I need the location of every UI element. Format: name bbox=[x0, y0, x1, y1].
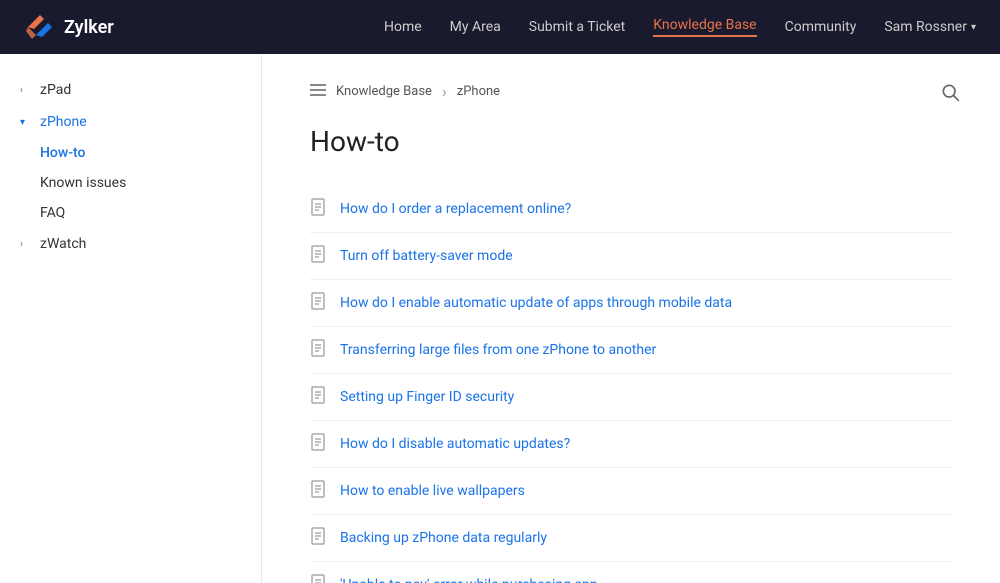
nav-home[interactable]: Home bbox=[384, 19, 422, 35]
breadcrumb: Knowledge Base › zPhone bbox=[310, 82, 952, 101]
sidebar-child-how-to[interactable]: How-to bbox=[32, 138, 261, 168]
doc-icon bbox=[310, 480, 328, 502]
document-icon bbox=[310, 292, 326, 310]
article-item[interactable]: Backing up zPhone data regularly bbox=[310, 515, 952, 562]
document-icon bbox=[310, 433, 326, 451]
breadcrumb-zphone[interactable]: zPhone bbox=[457, 84, 500, 99]
doc-icon bbox=[310, 292, 328, 314]
article-item[interactable]: How do I enable automatic update of apps… bbox=[310, 280, 952, 327]
search-icon bbox=[940, 82, 960, 102]
nav-community[interactable]: Community bbox=[785, 19, 857, 35]
nav-submit-ticket[interactable]: Submit a Ticket bbox=[529, 19, 626, 35]
doc-icon bbox=[310, 245, 328, 267]
doc-icon bbox=[310, 433, 328, 455]
article-link[interactable]: 'Unable to pay' error while purchasing a… bbox=[340, 577, 598, 583]
sidebar-child-faq[interactable]: FAQ bbox=[32, 198, 261, 228]
logo: Zylker bbox=[24, 11, 114, 43]
document-icon bbox=[310, 386, 326, 404]
sidebar-zphone-children: How-to Known issues FAQ bbox=[0, 138, 261, 228]
article-link[interactable]: How to enable live wallpapers bbox=[340, 483, 525, 499]
article-link[interactable]: Transferring large files from one zPhone… bbox=[340, 342, 656, 358]
sidebar-item-zphone[interactable]: ▾ zPhone bbox=[0, 106, 261, 138]
sidebar-item-label: zPhone bbox=[40, 114, 241, 130]
sidebar: › zPad ▾ zPhone How-to Known issues FAQ … bbox=[0, 54, 262, 583]
logo-text: Zylker bbox=[64, 17, 114, 38]
doc-icon bbox=[310, 339, 328, 361]
document-icon bbox=[310, 198, 326, 216]
header: Zylker Home My Area Submit a Ticket Know… bbox=[0, 0, 1000, 54]
sidebar-item-zpad[interactable]: › zPad bbox=[0, 74, 261, 106]
main-nav: Home My Area Submit a Ticket Knowledge B… bbox=[384, 17, 976, 37]
document-icon bbox=[310, 480, 326, 498]
articles-list: How do I order a replacement online? Tur… bbox=[310, 186, 952, 583]
chevron-right-icon: › bbox=[20, 85, 32, 96]
article-link[interactable]: How do I enable automatic update of apps… bbox=[340, 295, 732, 311]
document-icon bbox=[310, 527, 326, 545]
article-item[interactable]: Setting up Finger ID security bbox=[310, 374, 952, 421]
nav-knowledge-base[interactable]: Knowledge Base bbox=[653, 17, 756, 37]
page-title: How-to bbox=[310, 125, 952, 158]
chevron-right-icon: › bbox=[20, 239, 32, 250]
breadcrumb-menu-icon bbox=[310, 84, 326, 100]
document-icon bbox=[310, 245, 326, 263]
menu-icon bbox=[310, 84, 326, 96]
article-item[interactable]: How do I disable automatic updates? bbox=[310, 421, 952, 468]
chevron-down-icon: ▾ bbox=[20, 117, 32, 128]
layout: › zPad ▾ zPhone How-to Known issues FAQ … bbox=[0, 54, 1000, 583]
document-icon bbox=[310, 574, 326, 583]
logo-icon bbox=[24, 11, 56, 43]
document-icon bbox=[310, 339, 326, 357]
article-link[interactable]: Setting up Finger ID security bbox=[340, 389, 514, 405]
nav-user-label: Sam Rossner bbox=[884, 19, 967, 35]
sidebar-item-label: zPad bbox=[40, 82, 241, 98]
article-link[interactable]: Turn off battery-saver mode bbox=[340, 248, 513, 264]
article-item[interactable]: How do I order a replacement online? bbox=[310, 186, 952, 233]
nav-user-caret-icon: ▾ bbox=[971, 22, 976, 33]
article-link[interactable]: How do I order a replacement online? bbox=[340, 201, 571, 217]
article-link[interactable]: Backing up zPhone data regularly bbox=[340, 530, 547, 546]
main-content: Knowledge Base › zPhone How-to How do I … bbox=[262, 54, 1000, 583]
nav-my-area[interactable]: My Area bbox=[450, 19, 501, 35]
breadcrumb-knowledge-base[interactable]: Knowledge Base bbox=[336, 84, 432, 99]
article-item[interactable]: How to enable live wallpapers bbox=[310, 468, 952, 515]
breadcrumb-separator: › bbox=[442, 82, 447, 101]
doc-icon bbox=[310, 386, 328, 408]
doc-icon bbox=[310, 574, 328, 583]
sidebar-child-known-issues[interactable]: Known issues bbox=[32, 168, 261, 198]
search-button[interactable] bbox=[940, 82, 960, 106]
doc-icon bbox=[310, 198, 328, 220]
article-item[interactable]: Turn off battery-saver mode bbox=[310, 233, 952, 280]
article-item[interactable]: 'Unable to pay' error while purchasing a… bbox=[310, 562, 952, 583]
article-link[interactable]: How do I disable automatic updates? bbox=[340, 436, 570, 452]
article-item[interactable]: Transferring large files from one zPhone… bbox=[310, 327, 952, 374]
sidebar-item-label: zWatch bbox=[40, 236, 241, 252]
doc-icon bbox=[310, 527, 328, 549]
sidebar-item-zwatch[interactable]: › zWatch bbox=[0, 228, 261, 260]
nav-user[interactable]: Sam Rossner ▾ bbox=[884, 19, 976, 35]
